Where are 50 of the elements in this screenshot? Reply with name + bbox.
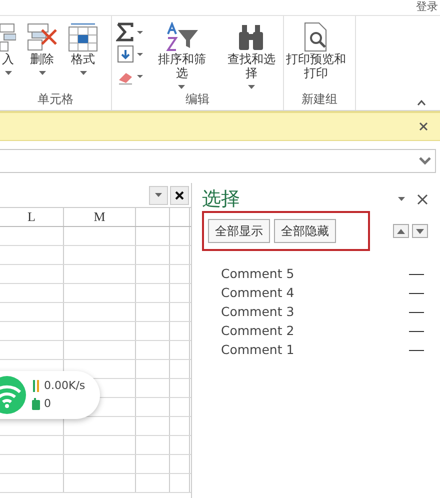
table-insert-icon [0, 22, 16, 52]
binoculars-icon [237, 22, 266, 52]
group-label: 新建组 [300, 91, 338, 108]
column-format-icon [68, 22, 98, 52]
caret-icon [155, 193, 162, 197]
group-label: 编辑 [184, 91, 210, 108]
chevron-up-icon [417, 100, 426, 106]
ribbon-button[interactable]: 打印预览和打印 [284, 22, 348, 80]
move-up-button[interactable] [393, 224, 409, 238]
group-label: 单元格 [36, 91, 74, 108]
close-icon [417, 194, 428, 204]
ribbon-button[interactable]: 排序和筛选 [150, 22, 214, 89]
object-name[interactable]: Comment 1 [221, 341, 294, 360]
sort-filter-icon [164, 22, 200, 52]
column-header[interactable]: L [0, 208, 64, 226]
column-header[interactable]: M [64, 208, 136, 226]
close-icon [175, 190, 184, 200]
ribbon-button[interactable]: 格式 [66, 22, 100, 75]
caret-icon [38, 71, 46, 75]
account-label[interactable]: 登录 [416, 0, 438, 14]
caret-icon [398, 197, 405, 201]
object-name[interactable]: Comment 4 [221, 284, 294, 303]
pane-button[interactable]: 全部隐藏 [274, 219, 336, 243]
ribbon-button[interactable]: 查找和选择 [220, 22, 283, 89]
caret-icon [80, 71, 86, 75]
sum-icon[interactable] [116, 22, 144, 42]
triangle-down-icon [416, 228, 424, 234]
phone-icon [32, 398, 40, 410]
device-count: 0 [44, 396, 51, 412]
fill-down-icon[interactable] [116, 44, 144, 64]
move-down-button[interactable] [412, 224, 428, 238]
object-name[interactable]: Comment 5 [221, 265, 294, 284]
dropdown-button[interactable] [149, 186, 168, 204]
transfer-speed: 0.00K/s [44, 378, 86, 394]
pane-button[interactable]: 全部显示 [208, 219, 270, 243]
object-name[interactable]: Comment 2 [221, 322, 294, 341]
close-button[interactable] [170, 186, 189, 204]
object-name[interactable]: Comment 3 [221, 303, 294, 322]
close-icon [419, 122, 428, 131]
caret-icon [4, 71, 12, 75]
table-delete-icon [26, 22, 58, 52]
caret-icon [248, 85, 255, 89]
ribbon-button[interactable]: 删除 [24, 22, 60, 75]
triangle-up-icon [397, 228, 405, 234]
ribbon-button[interactable]: 入 [0, 22, 18, 75]
pane-title: 选择 [202, 187, 240, 211]
formula-field[interactable] [0, 149, 436, 173]
transfer-icon [32, 380, 40, 392]
chevron-down-icon [419, 157, 431, 165]
caret-icon [178, 85, 186, 89]
